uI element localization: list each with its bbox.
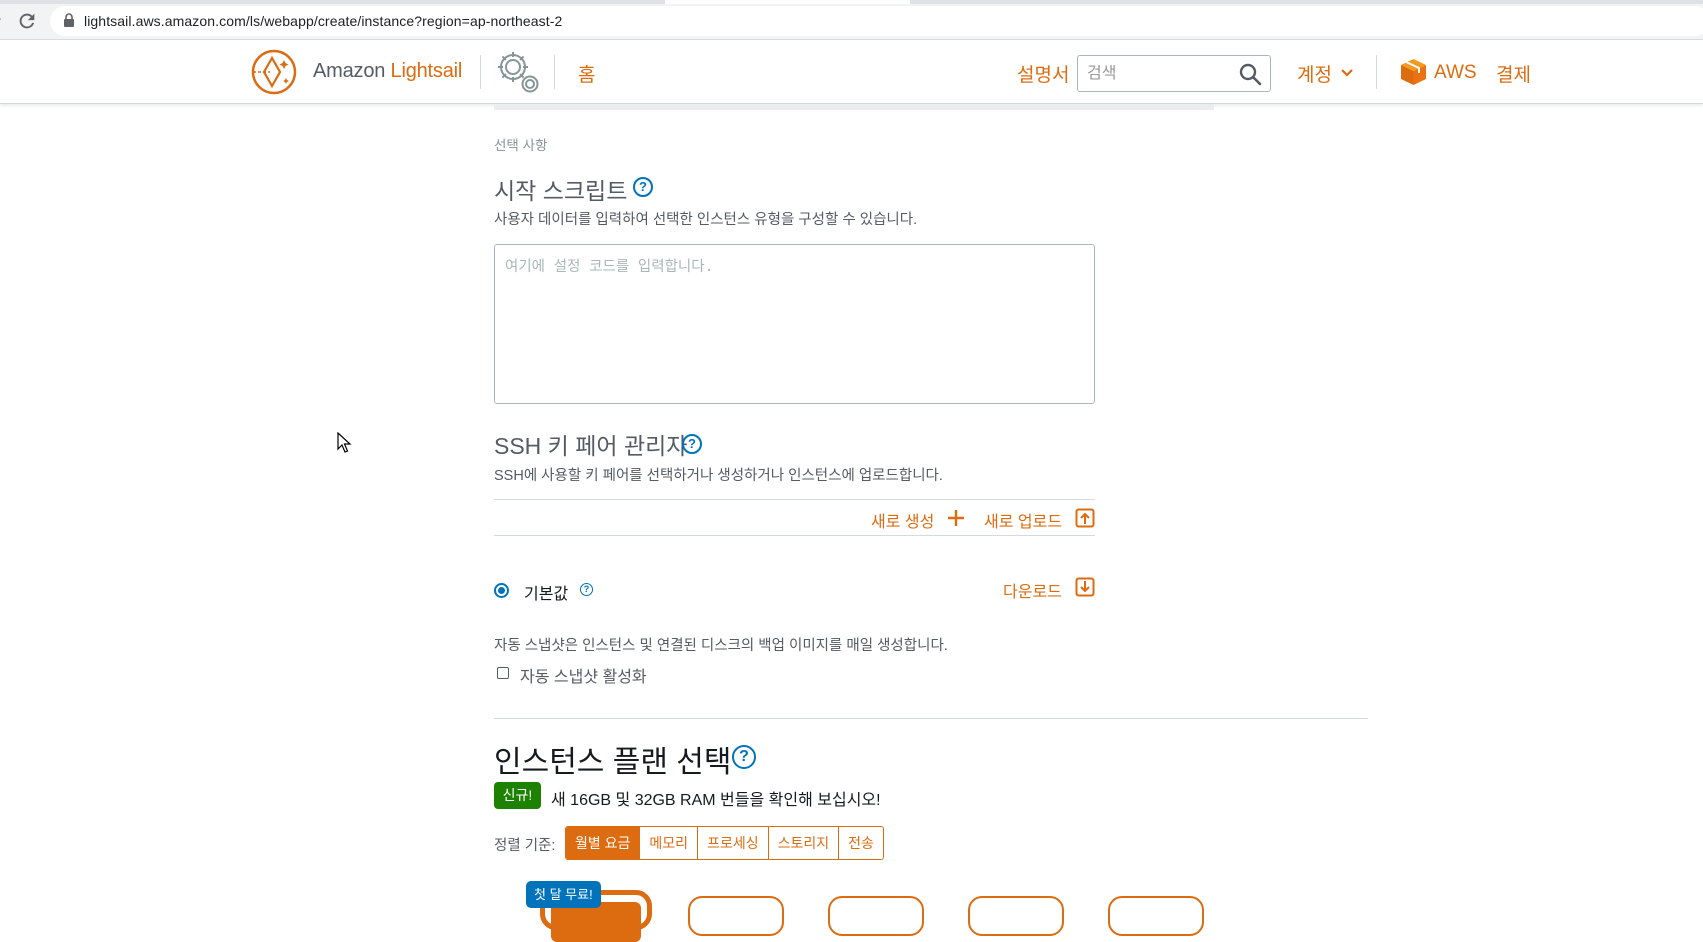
help-icon[interactable]: ? <box>682 434 702 454</box>
launch-script-description: 사용자 데이터를 입력하여 선택한 인스턴스 유형을 구성할 수 있습니다. <box>494 212 918 228</box>
url-text[interactable]: lightsail.aws.amazon.com/ls/webapp/creat… <box>84 13 562 29</box>
ssh-key-title: SSH 키 페어 관리자 <box>494 433 688 459</box>
divider <box>494 535 1095 536</box>
default-key-label[interactable]: 기본값 <box>524 580 568 604</box>
active-browser-tab[interactable] <box>665 0 910 4</box>
billing-link[interactable]: 결제 <box>1496 60 1531 87</box>
reload-icon[interactable] <box>16 10 38 32</box>
help-icon[interactable]: ? <box>580 583 593 596</box>
upload-key-button[interactable]: 새로 업로드 <box>984 508 1062 532</box>
download-icon[interactable] <box>1075 577 1095 597</box>
ssh-key-description: SSH에 사용할 키 페어를 선택하거나 생성하거나 인스턴스에 업로드합니다. <box>494 468 943 484</box>
account-menu[interactable]: 계정 <box>1297 60 1332 87</box>
header-divider <box>554 55 555 89</box>
plan-card[interactable] <box>688 896 784 936</box>
upload-icon[interactable] <box>1075 508 1095 528</box>
new-bundles-text: 새 16GB 및 32GB RAM 번들을 확인해 보십시오! <box>551 792 881 809</box>
download-key-button[interactable]: 다운로드 <box>1003 578 1062 602</box>
docs-link[interactable]: 설명서 <box>1017 60 1069 87</box>
first-month-free-badge: 첫 달 무료! <box>526 881 601 908</box>
home-link[interactable]: 홈 <box>578 60 595 87</box>
logo-brand: Lightsail <box>390 60 463 82</box>
optional-label: 선택 사항 <box>494 138 548 153</box>
new-badge: 신규! <box>494 782 541 809</box>
aws-cube-icon[interactable] <box>1400 58 1427 86</box>
gear-icon[interactable] <box>493 47 543 97</box>
auto-snapshot-checkbox[interactable] <box>497 667 509 679</box>
header-divider <box>480 55 481 89</box>
plan-card-fill <box>551 902 641 942</box>
browser-tab-strip <box>0 0 1703 4</box>
sort-label: 정렬 기준: <box>494 838 556 854</box>
logo-prefix: Amazon <box>313 60 391 82</box>
sort-button-group: 월별 요금 메모리 프로세싱 스토리지 전송 <box>565 826 884 860</box>
chevron-down-icon[interactable] <box>1341 68 1353 78</box>
previous-section-bottom <box>494 104 1214 110</box>
sort-transfer-button[interactable]: 전송 <box>839 827 883 859</box>
lightsail-logo-text[interactable]: Amazon Lightsail <box>313 60 462 83</box>
plan-card[interactable] <box>1108 896 1204 936</box>
back-arrow-icon[interactable]: › <box>0 10 1 28</box>
divider <box>494 499 1095 500</box>
aws-link[interactable]: AWS <box>1434 62 1477 84</box>
lock-icon <box>64 13 74 27</box>
section-divider <box>494 718 1368 719</box>
sort-memory-button[interactable]: 메모리 <box>640 827 699 859</box>
help-icon[interactable]: ? <box>732 745 756 769</box>
search-icon[interactable] <box>1238 62 1262 86</box>
launch-script-title: 시작 스크립트 <box>494 178 628 204</box>
search-input[interactable] <box>1087 65 1227 83</box>
launch-script-textarea[interactable] <box>494 244 1095 404</box>
sort-monthly-price-button[interactable]: 월별 요금 <box>566 827 641 859</box>
create-new-key-button[interactable]: 새로 생성 <box>871 508 934 532</box>
sort-storage-button[interactable]: 스토리지 <box>768 827 840 859</box>
auto-snapshot-description: 자동 스냅샷은 인스턴스 및 연결된 디스크의 백업 이미지를 매일 생성합니다… <box>494 638 948 654</box>
instance-plan-title: 인스턴스 플랜 선택 <box>494 746 732 779</box>
mouse-cursor-icon <box>337 432 352 453</box>
sort-processing-button[interactable]: 프로세싱 <box>698 827 769 859</box>
lightsail-logo-icon[interactable] <box>250 48 298 96</box>
plus-icon[interactable] <box>947 509 965 527</box>
help-icon[interactable]: ? <box>633 177 653 197</box>
plan-card[interactable] <box>968 896 1064 936</box>
default-key-radio[interactable] <box>494 583 509 598</box>
header-divider <box>1376 55 1377 89</box>
search-box[interactable] <box>1077 55 1271 92</box>
auto-snapshot-label[interactable]: 자동 스냅샷 활성화 <box>520 663 647 687</box>
plan-card[interactable] <box>828 896 924 936</box>
